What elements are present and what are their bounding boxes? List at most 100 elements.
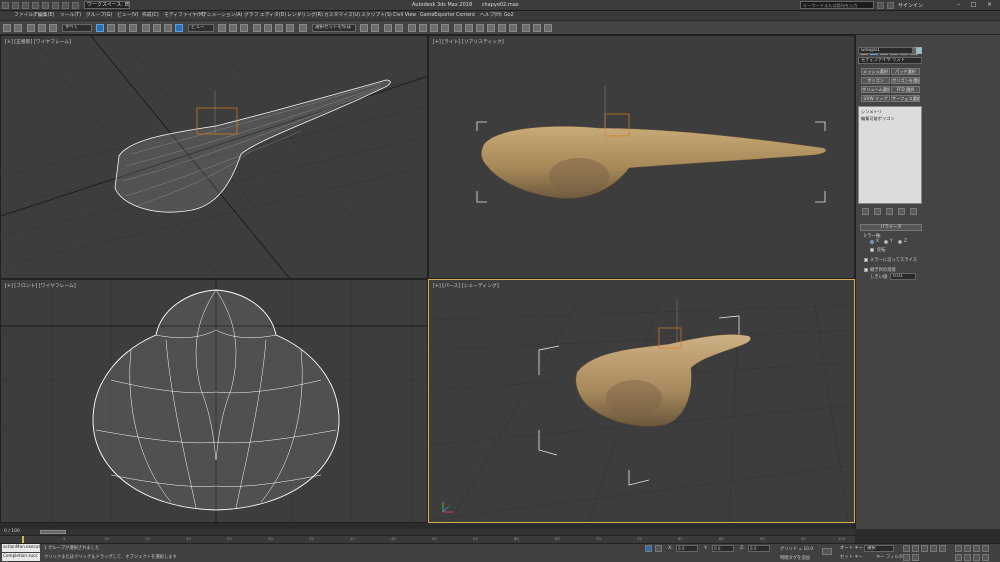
maximize-icon[interactable]: □ [968,1,979,9]
signin-button[interactable]: サインイン [898,2,923,9]
menu-animation[interactable]: アニメーション(A) [202,12,242,19]
zoom-extents-icon[interactable] [973,545,980,552]
parameters-rollout-header[interactable]: パラメータ [860,224,922,231]
user-icon[interactable] [887,2,894,9]
axis-y-radio[interactable] [884,240,888,244]
pivot-center-icon[interactable] [218,24,226,32]
time-config-icon[interactable] [912,554,919,561]
key-icon[interactable] [822,548,832,555]
surface-select-button[interactable]: サーフェス選択 [891,95,920,102]
workspace-dropdown[interactable]: ワークスペース: 既定値 [84,1,130,9]
material-editor-icon[interactable] [441,24,449,32]
named-selection-dropdown[interactable]: 選択セットを作成 [312,24,356,32]
redo-icon[interactable] [14,24,22,32]
select-object-icon[interactable] [96,24,104,32]
link-icon[interactable] [27,24,35,32]
minimize-icon[interactable]: – [953,1,964,9]
zoom-all-icon[interactable] [964,545,971,552]
menu-game-exporter[interactable]: GameExporter [420,12,455,19]
edit-named-selection-icon[interactable] [299,24,307,32]
volume-select-button[interactable]: ボリューム選択 [861,86,890,93]
close-icon[interactable]: × [984,1,995,9]
placement-icon[interactable] [175,24,183,32]
modifier-list-dropdown[interactable]: モディファイヤ リスト [858,57,922,64]
poly-button[interactable]: ポリゴン [861,77,890,84]
isolate-selection-icon[interactable] [645,545,652,552]
menu-edit[interactable]: 編集(E) [38,12,54,19]
menu-customize[interactable]: カスタマイズ(U) [324,12,360,19]
viewport-bottom-right[interactable]: [+] [パース] [シェーディング] [428,279,855,523]
workspace-icon[interactable] [72,2,79,9]
next-frame-icon[interactable] [930,545,937,552]
open-explorer-icon[interactable] [522,24,530,32]
z-coord-field[interactable]: 0.0 [748,545,770,552]
add-time-tag[interactable]: 時間タグを追加 [780,555,810,561]
menu-content[interactable]: Content [456,12,475,19]
undo-icon[interactable] [42,2,49,9]
ffd-select-button[interactable]: FFD 選択 [891,86,920,93]
render-cloud-icon[interactable] [487,24,495,32]
time-slider-handle[interactable] [40,530,66,534]
toggle-layer-explorer-icon[interactable] [395,24,403,32]
set-key-button[interactable]: セット キー [840,554,863,560]
make-unique-icon[interactable] [886,208,893,215]
selection-region-icon[interactable] [118,24,126,32]
y-coord-field[interactable]: 0.0 [712,545,734,552]
slice-along-mirror-checkbox[interactable] [864,258,868,262]
menu-civil-view[interactable]: Civil View [393,12,416,19]
viewport-label-top-left[interactable]: [+] [正投影] [ワイヤフレーム] [5,38,71,45]
go-to-start-icon[interactable] [903,545,910,552]
menu-group[interactable]: グループ(G) [86,12,112,19]
configure-sets-icon[interactable] [910,208,917,215]
toggle-ribbon-icon[interactable] [408,24,416,32]
show-end-result-icon[interactable] [874,208,881,215]
unlink-icon[interactable] [38,24,46,32]
menu-modifiers[interactable]: モディファイヤ(M) [164,12,205,19]
select-rotate-icon[interactable] [153,24,161,32]
menu-scripting[interactable]: スクリプト(S) [361,12,392,19]
maxscript-output[interactable]: Completion succ [2,553,40,561]
select-scale-icon[interactable] [164,24,172,32]
menu-tools[interactable]: ツール(T) [60,12,81,19]
viewport-label-top-right[interactable]: [+] [ライト] [リアリスティック] [433,38,504,45]
object-name-field[interactable]: Group01 [858,47,913,54]
render-setup-icon[interactable] [454,24,462,32]
stack-item-symmetry[interactable]: シンメトリ [861,109,882,115]
viewport-top-left[interactable]: [+] [正投影] [ワイヤフレーム] [0,35,428,279]
window-crossing-icon[interactable] [129,24,137,32]
go-to-end-icon[interactable] [939,545,946,552]
a360-gallery-icon[interactable] [498,24,506,32]
selection-filter-dropdown[interactable]: すべて [62,24,92,32]
keyboard-shortcut-icon[interactable] [240,24,248,32]
percent-snap-icon[interactable] [275,24,283,32]
save-file-icon[interactable] [32,2,39,9]
viewport-bottom-left[interactable]: [+] [フロント] [ワイヤフレーム] [0,279,428,523]
menu-help[interactable]: ヘルプ(H) [480,12,502,19]
axis-z-radio[interactable] [898,240,902,244]
flip-checkbox[interactable] [870,248,874,252]
current-frame-field-icon[interactable] [903,554,910,561]
weld-seam-checkbox[interactable] [864,268,868,272]
reference-coord-dropdown[interactable]: ビュー [188,24,214,32]
open-file-icon[interactable] [22,2,29,9]
patch-select-button[interactable]: パッチ選択 [891,68,920,75]
poly-select-button[interactable]: ポリゴンを選択 [891,77,920,84]
pan-view-icon[interactable] [964,554,971,561]
render-production-icon[interactable] [476,24,484,32]
threshold-spinner[interactable]: 0.01 [890,273,916,280]
orbit-icon[interactable] [973,554,980,561]
x-coord-field[interactable]: 0.0 [676,545,698,552]
axis-x-radio[interactable] [870,240,874,244]
maxscript-listener-input[interactable]: actionMan.execut [2,544,40,552]
bind-space-warp-icon[interactable] [49,24,57,32]
play-icon[interactable] [921,545,928,552]
modifier-stack-list[interactable]: シンメトリ 編集可能ポリゴン [858,106,922,204]
redo-icon[interactable] [52,2,59,9]
menu-create[interactable]: 作成(C) [142,12,159,19]
menu-go2[interactable]: Go2 [504,12,514,19]
menu-graph-editors[interactable]: グラフ エディタ(D) [244,12,286,19]
mirror-icon[interactable] [360,24,368,32]
viewport-label-bottom-right[interactable]: [+] [パース] [シェーディング] [433,282,499,289]
menu-rendering[interactable]: レンダリング(R) [287,12,323,19]
search-input[interactable]: キーワードまたは語句を入力 [800,1,874,9]
